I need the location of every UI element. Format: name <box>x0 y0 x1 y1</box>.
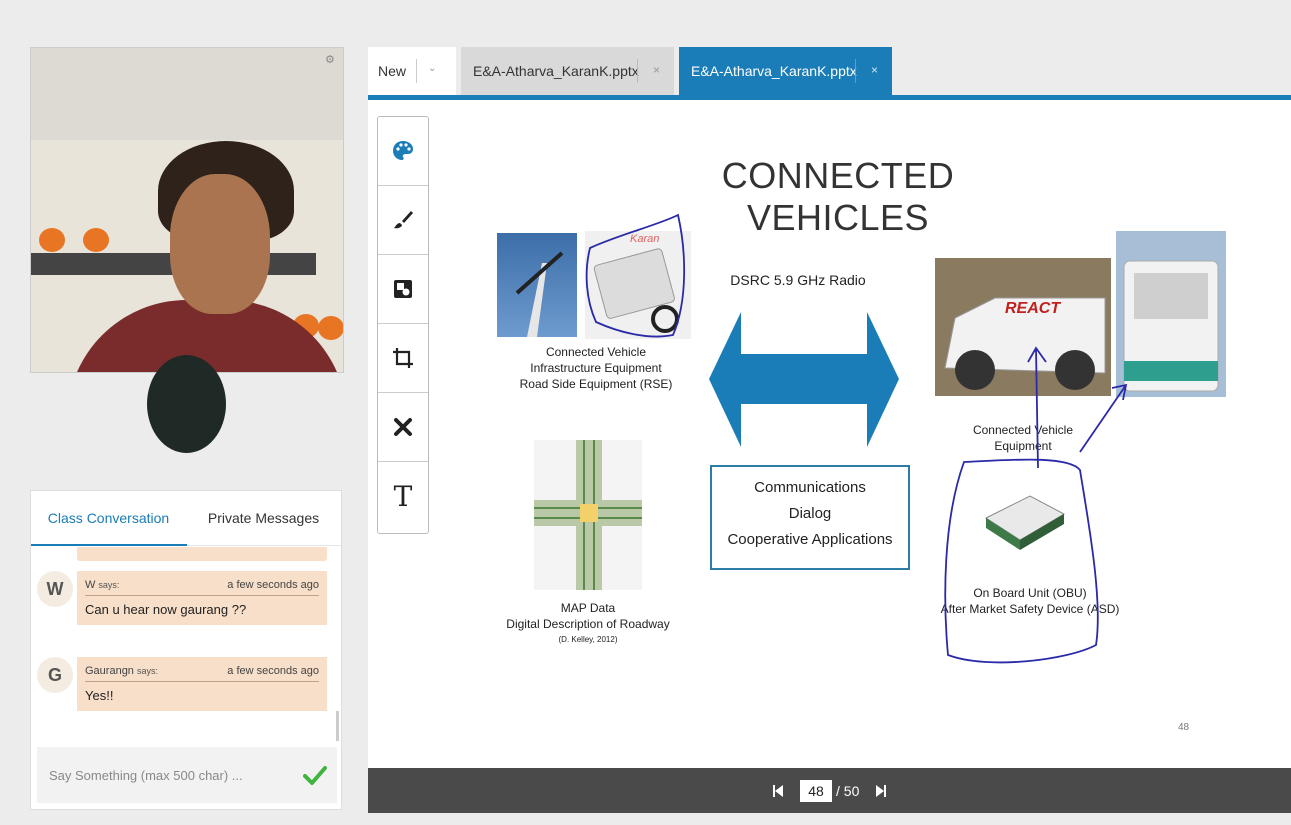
document-tabbar: New ⌄ E&A-Atharva_KaranK.pptx × E&A-Atha… <box>368 47 1291 100</box>
active-tab-indicator <box>31 544 187 546</box>
pumpkin-decoration <box>83 228 109 252</box>
user-avatar: G <box>37 657 73 693</box>
chevron-down-icon[interactable]: ⌄ <box>428 63 436 74</box>
person-face <box>170 174 270 314</box>
message-time: a few seconds ago <box>227 665 319 677</box>
document-tab-label: E&A-Atharva_KaranK.pptx <box>473 63 639 79</box>
message-bubble: Wsays: a few seconds ago Can u hear now … <box>77 571 327 625</box>
participant-avatar <box>147 355 226 453</box>
tab-private-messages[interactable]: Private Messages <box>186 491 341 545</box>
checkmark-icon[interactable] <box>303 763 327 787</box>
message-time: a few seconds ago <box>227 579 319 591</box>
message-meta: Wsays: a few seconds ago <box>85 579 319 596</box>
gear-icon[interactable]: ⚙ <box>325 54 337 66</box>
message-author: Gaurangn <box>85 665 134 677</box>
pager: 48 / 50 <box>768 779 891 803</box>
chat-input[interactable]: Say Something (max 500 char) ... <box>37 747 337 803</box>
first-page-icon[interactable] <box>768 781 788 801</box>
chat-tabs: Class Conversation Private Messages <box>31 491 341 546</box>
slide-canvas[interactable]: T CONNECTED VEHICLES Karan Connected Veh… <box>368 100 1291 768</box>
ink-annotations <box>585 213 1128 664</box>
tab-separator <box>855 59 856 83</box>
document-tab[interactable]: E&A-Atharva_KaranK.pptx × <box>461 47 674 95</box>
close-icon[interactable]: × <box>871 63 878 77</box>
current-page-input[interactable]: 48 <box>800 780 832 802</box>
tab-separator <box>416 59 417 83</box>
slide-page-number: 48 <box>1178 722 1190 733</box>
message-says: says: <box>98 580 120 590</box>
document-tab-active[interactable]: E&A-Atharva_KaranK.pptx × <box>679 47 892 95</box>
chat-scrollbar[interactable] <box>336 711 339 741</box>
message-bubble: Gaurangn says: a few seconds ago Yes!! <box>77 657 327 711</box>
message-text: Can u hear now gaurang ?? <box>85 602 247 617</box>
webcam-video: ⚙ <box>30 47 344 373</box>
chat-panel: Class Conversation Private Messages W Ws… <box>30 490 342 810</box>
chat-input-placeholder: Say Something (max 500 char) ... <box>49 767 243 783</box>
tab-class-conversation[interactable]: Class Conversation <box>31 491 186 545</box>
viewer-footer: 48 / 50 <box>368 768 1291 813</box>
pumpkin-decoration <box>39 228 65 252</box>
pumpkin-decoration <box>318 316 343 340</box>
message-meta: Gaurangn says: a few seconds ago <box>85 665 319 682</box>
message-list[interactable]: W Wsays: a few seconds ago Can u hear no… <box>31 547 341 743</box>
message-author: W <box>85 579 96 591</box>
page-total: / 50 <box>836 783 860 799</box>
last-page-icon[interactable] <box>871 781 891 801</box>
document-viewer: New ⌄ E&A-Atharva_KaranK.pptx × E&A-Atha… <box>368 47 1291 813</box>
new-tab-button[interactable]: New ⌄ <box>368 47 456 95</box>
tab-separator <box>637 59 638 83</box>
message-says: says: <box>136 666 158 676</box>
user-avatar: W <box>37 571 73 607</box>
message-text: Yes!! <box>85 688 114 703</box>
previous-message-bubble <box>77 547 327 561</box>
new-tab-label: New <box>378 63 407 79</box>
close-icon[interactable]: × <box>653 63 660 77</box>
document-tab-label: E&A-Atharva_KaranK.pptx <box>691 63 857 79</box>
video-ceiling <box>31 48 343 140</box>
